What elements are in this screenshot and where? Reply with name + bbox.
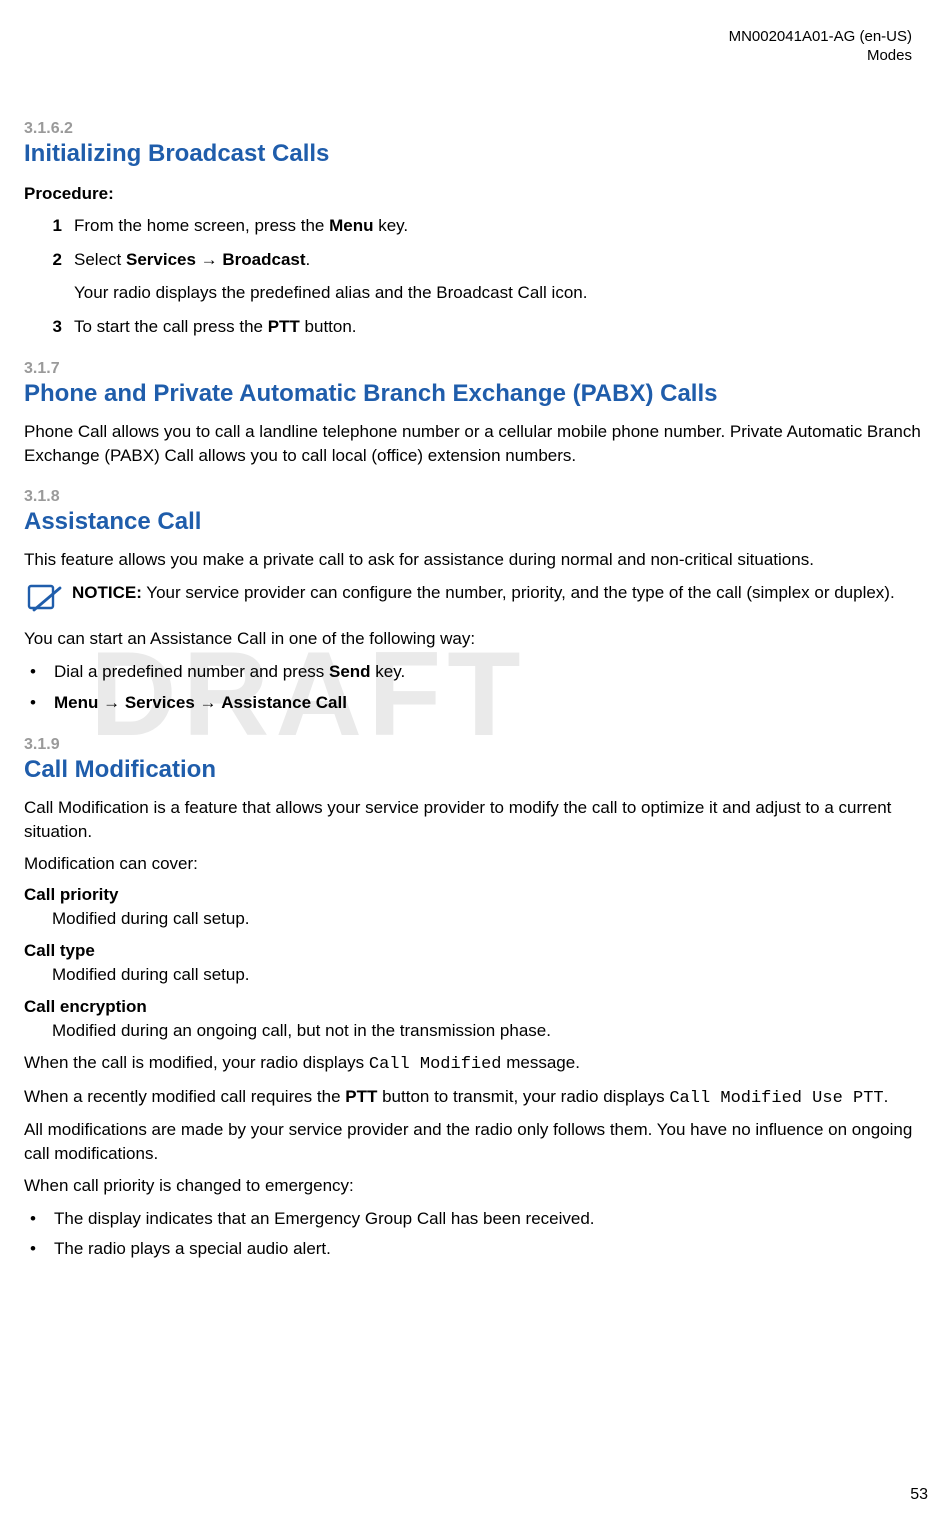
procedure-label: Procedure:	[24, 184, 926, 204]
step-text: To start the call press the PTT button.	[74, 315, 926, 340]
text: button to transmit, your radio displays	[377, 1087, 669, 1106]
step-number: 3	[40, 315, 62, 340]
text: Dial a predefined number and press	[54, 662, 329, 681]
term-label: Call encryption	[24, 997, 926, 1017]
list-item: Dial a predefined number and press Send …	[24, 659, 926, 685]
mono-text: Call Modified	[369, 1055, 502, 1074]
procedure-step: 2 Select Services → Broadcast. Your radi…	[52, 248, 926, 305]
bold-text: Services	[125, 693, 195, 712]
paragraph: When the call is modified, your radio di…	[24, 1051, 926, 1077]
page-header: MN002041A01-AG (en-US) Modes	[10, 28, 912, 66]
text: From the home screen, press the	[74, 216, 329, 235]
text: message.	[502, 1053, 580, 1072]
mono-text: Call Modified Use PTT	[669, 1089, 883, 1108]
section-name: Modes	[10, 47, 912, 66]
text: key.	[374, 216, 409, 235]
paragraph: When a recently modified call requires t…	[24, 1085, 926, 1111]
text: Your service provider can configure the …	[142, 583, 895, 602]
text: key.	[371, 662, 406, 681]
section-number: 3.1.7	[24, 360, 926, 378]
step-text: From the home screen, press the Menu key…	[74, 214, 926, 239]
section-title: Phone and Private Automatic Branch Excha…	[24, 380, 926, 408]
list-item: The display indicates that an Emergency …	[24, 1206, 926, 1232]
step-number: 1	[40, 214, 62, 239]
text: button.	[300, 317, 357, 336]
term-label: Call priority	[24, 885, 926, 905]
procedure-list: 1 From the home screen, press the Menu k…	[52, 214, 926, 341]
section-number: 3.1.6.2	[24, 120, 926, 138]
notice-icon	[24, 583, 66, 617]
step-extra-text: Your radio displays the predefined alias…	[74, 281, 926, 306]
step-text: Select Services → Broadcast.	[74, 248, 926, 273]
text: Select	[74, 250, 126, 269]
paragraph: This feature allows you make a private c…	[24, 548, 926, 572]
bold-text: Menu	[329, 216, 373, 235]
notice-block: NOTICE: Your service provider can config…	[24, 581, 926, 617]
section-number: 3.1.9	[24, 736, 926, 754]
paragraph: Modification can cover:	[24, 852, 926, 876]
step-number: 2	[40, 248, 62, 273]
bold-text: Assistance Call	[221, 693, 347, 712]
paragraph: When call priority is changed to emergen…	[24, 1174, 926, 1198]
text: When the call is modified, your radio di…	[24, 1053, 369, 1072]
section-title: Call Modification	[24, 756, 926, 784]
bold-text: PTT	[268, 317, 300, 336]
text: .	[306, 250, 311, 269]
section-title: Initializing Broadcast Calls	[24, 140, 926, 168]
paragraph: You can start an Assistance Call in one …	[24, 627, 926, 651]
bullet-list: The display indicates that an Emergency …	[24, 1206, 926, 1263]
bold-text: Send	[329, 662, 371, 681]
procedure-step: 3 To start the call press the PTT button…	[52, 315, 926, 340]
paragraph: Phone Call allows you to call a landline…	[24, 420, 926, 468]
bold-text: Menu	[54, 693, 98, 712]
bold-text: Services	[126, 250, 196, 269]
doc-id: MN002041A01-AG (en-US)	[10, 28, 912, 47]
text: When a recently modified call requires t…	[24, 1087, 345, 1106]
procedure-step: 1 From the home screen, press the Menu k…	[52, 214, 926, 239]
bold-text: PTT	[345, 1087, 377, 1106]
arrow-text: →	[196, 250, 222, 269]
arrow-text: →	[98, 693, 124, 712]
term-desc: Modified during call setup.	[52, 963, 926, 987]
list-item: The radio plays a special audio alert.	[24, 1236, 926, 1262]
term-desc: Modified during call setup.	[52, 907, 926, 931]
paragraph: Call Modification is a feature that allo…	[24, 796, 926, 844]
term-label: Call type	[24, 941, 926, 961]
section-number: 3.1.8	[24, 488, 926, 506]
page-content: 3.1.6.2 Initializing Broadcast Calls Pro…	[24, 120, 926, 1263]
list-item: Menu → Services → Assistance Call	[24, 690, 926, 716]
page-number: 53	[910, 1486, 928, 1504]
arrow-text: →	[195, 693, 221, 712]
paragraph: All modifications are made by your servi…	[24, 1118, 926, 1166]
notice-label: NOTICE:	[72, 583, 142, 602]
term-desc: Modified during an ongoing call, but not…	[52, 1019, 926, 1043]
section-title: Assistance Call	[24, 508, 926, 536]
text: .	[884, 1087, 889, 1106]
bullet-list: Dial a predefined number and press Send …	[24, 659, 926, 716]
notice-text: NOTICE: Your service provider can config…	[72, 581, 895, 605]
bold-text: Broadcast	[222, 250, 305, 269]
page: DRAFT MN002041A01-AG (en-US) Modes 3.1.6…	[0, 0, 950, 1528]
text: To start the call press the	[74, 317, 268, 336]
